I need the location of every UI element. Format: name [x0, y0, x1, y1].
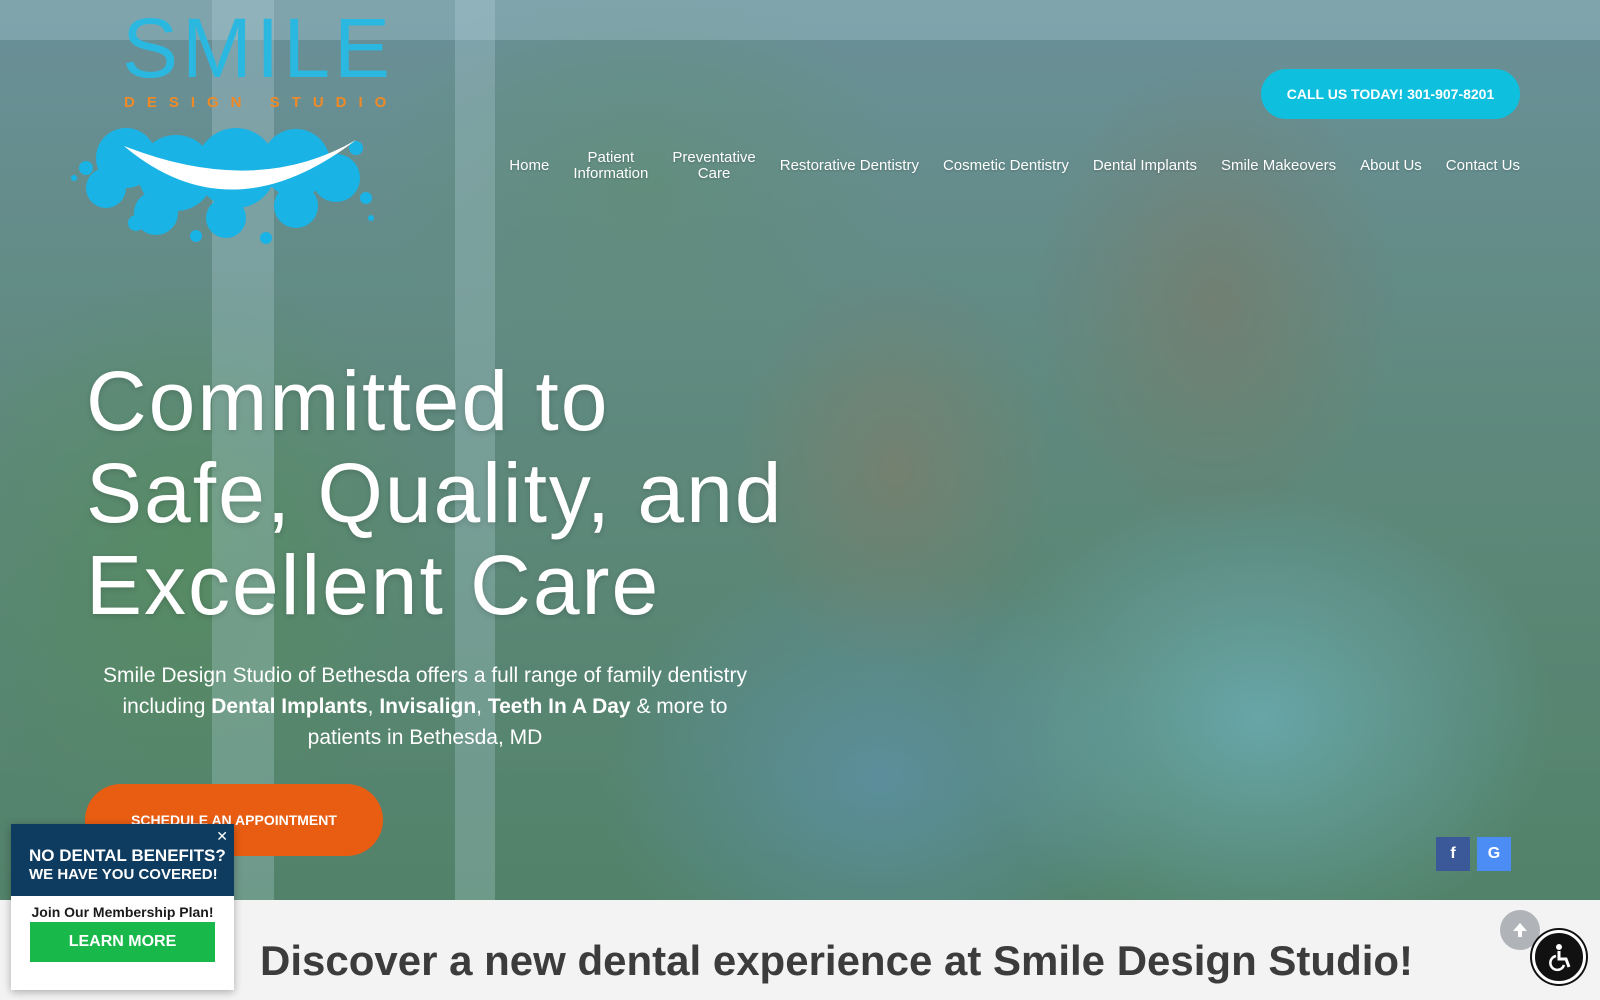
- section-title: Discover a new dental experience at Smil…: [260, 937, 1414, 984]
- hero-intro: Smile Design Studio of Bethesda offers a…: [103, 664, 747, 749]
- close-icon[interactable]: ✕: [216, 828, 228, 845]
- popup-title-secondary: WE HAVE YOU COVERED!: [29, 866, 218, 883]
- nav-item-home[interactable]: Home: [509, 158, 549, 174]
- nav-item-preventative-care[interactable]: Preventative Care: [672, 150, 755, 182]
- learn-more-button[interactable]: LEARN MORE: [30, 922, 215, 962]
- google-icon[interactable]: G: [1477, 837, 1511, 871]
- nav-item-dental-implants[interactable]: Dental Implants: [1093, 158, 1197, 174]
- logo-wordmark: SMILE: [122, 1, 395, 95]
- hero-headline: Committed to Safe, Quality, and Excellen…: [86, 354, 784, 632]
- nav-item-contact-us[interactable]: Contact Us: [1446, 158, 1520, 174]
- call-us-button[interactable]: CALL US TODAY! 301-907-8201: [1261, 69, 1520, 119]
- popup-header: NO DENTAL BENEFITS? WE HAVE YOU COVERED!: [11, 824, 234, 896]
- site-logo[interactable]: SMILE DESIGN STUDIO: [66, 6, 390, 246]
- membership-popup: NO DENTAL BENEFITS? WE HAVE YOU COVERED!…: [11, 824, 234, 990]
- intro-link-teeth-in-a-day[interactable]: Teeth In A Day: [488, 695, 631, 718]
- nav-item-patient-information[interactable]: Patient Information: [573, 150, 648, 182]
- popup-title: NO DENTAL BENEFITS?: [29, 846, 226, 865]
- accessibility-icon[interactable]: [1532, 930, 1586, 984]
- popup-subtitle: Join Our Membership Plan!: [31, 904, 214, 920]
- main-nav: Home Patient Information Preventative Ca…: [430, 150, 1520, 182]
- facebook-icon[interactable]: f: [1436, 837, 1470, 871]
- logo-tagline: DESIGN STUDIO: [124, 94, 399, 111]
- nav-item-about-us[interactable]: About Us: [1360, 158, 1422, 174]
- intro-link-dental-implants[interactable]: Dental Implants: [211, 695, 367, 718]
- nav-item-restorative-dentistry[interactable]: Restorative Dentistry: [780, 158, 919, 174]
- intro-link-invisalign[interactable]: Invisalign: [379, 695, 476, 718]
- nav-item-smile-makeovers[interactable]: Smile Makeovers: [1221, 158, 1336, 174]
- nav-item-cosmetic-dentistry[interactable]: Cosmetic Dentistry: [943, 158, 1069, 174]
- logo-splash-icon: [71, 128, 374, 244]
